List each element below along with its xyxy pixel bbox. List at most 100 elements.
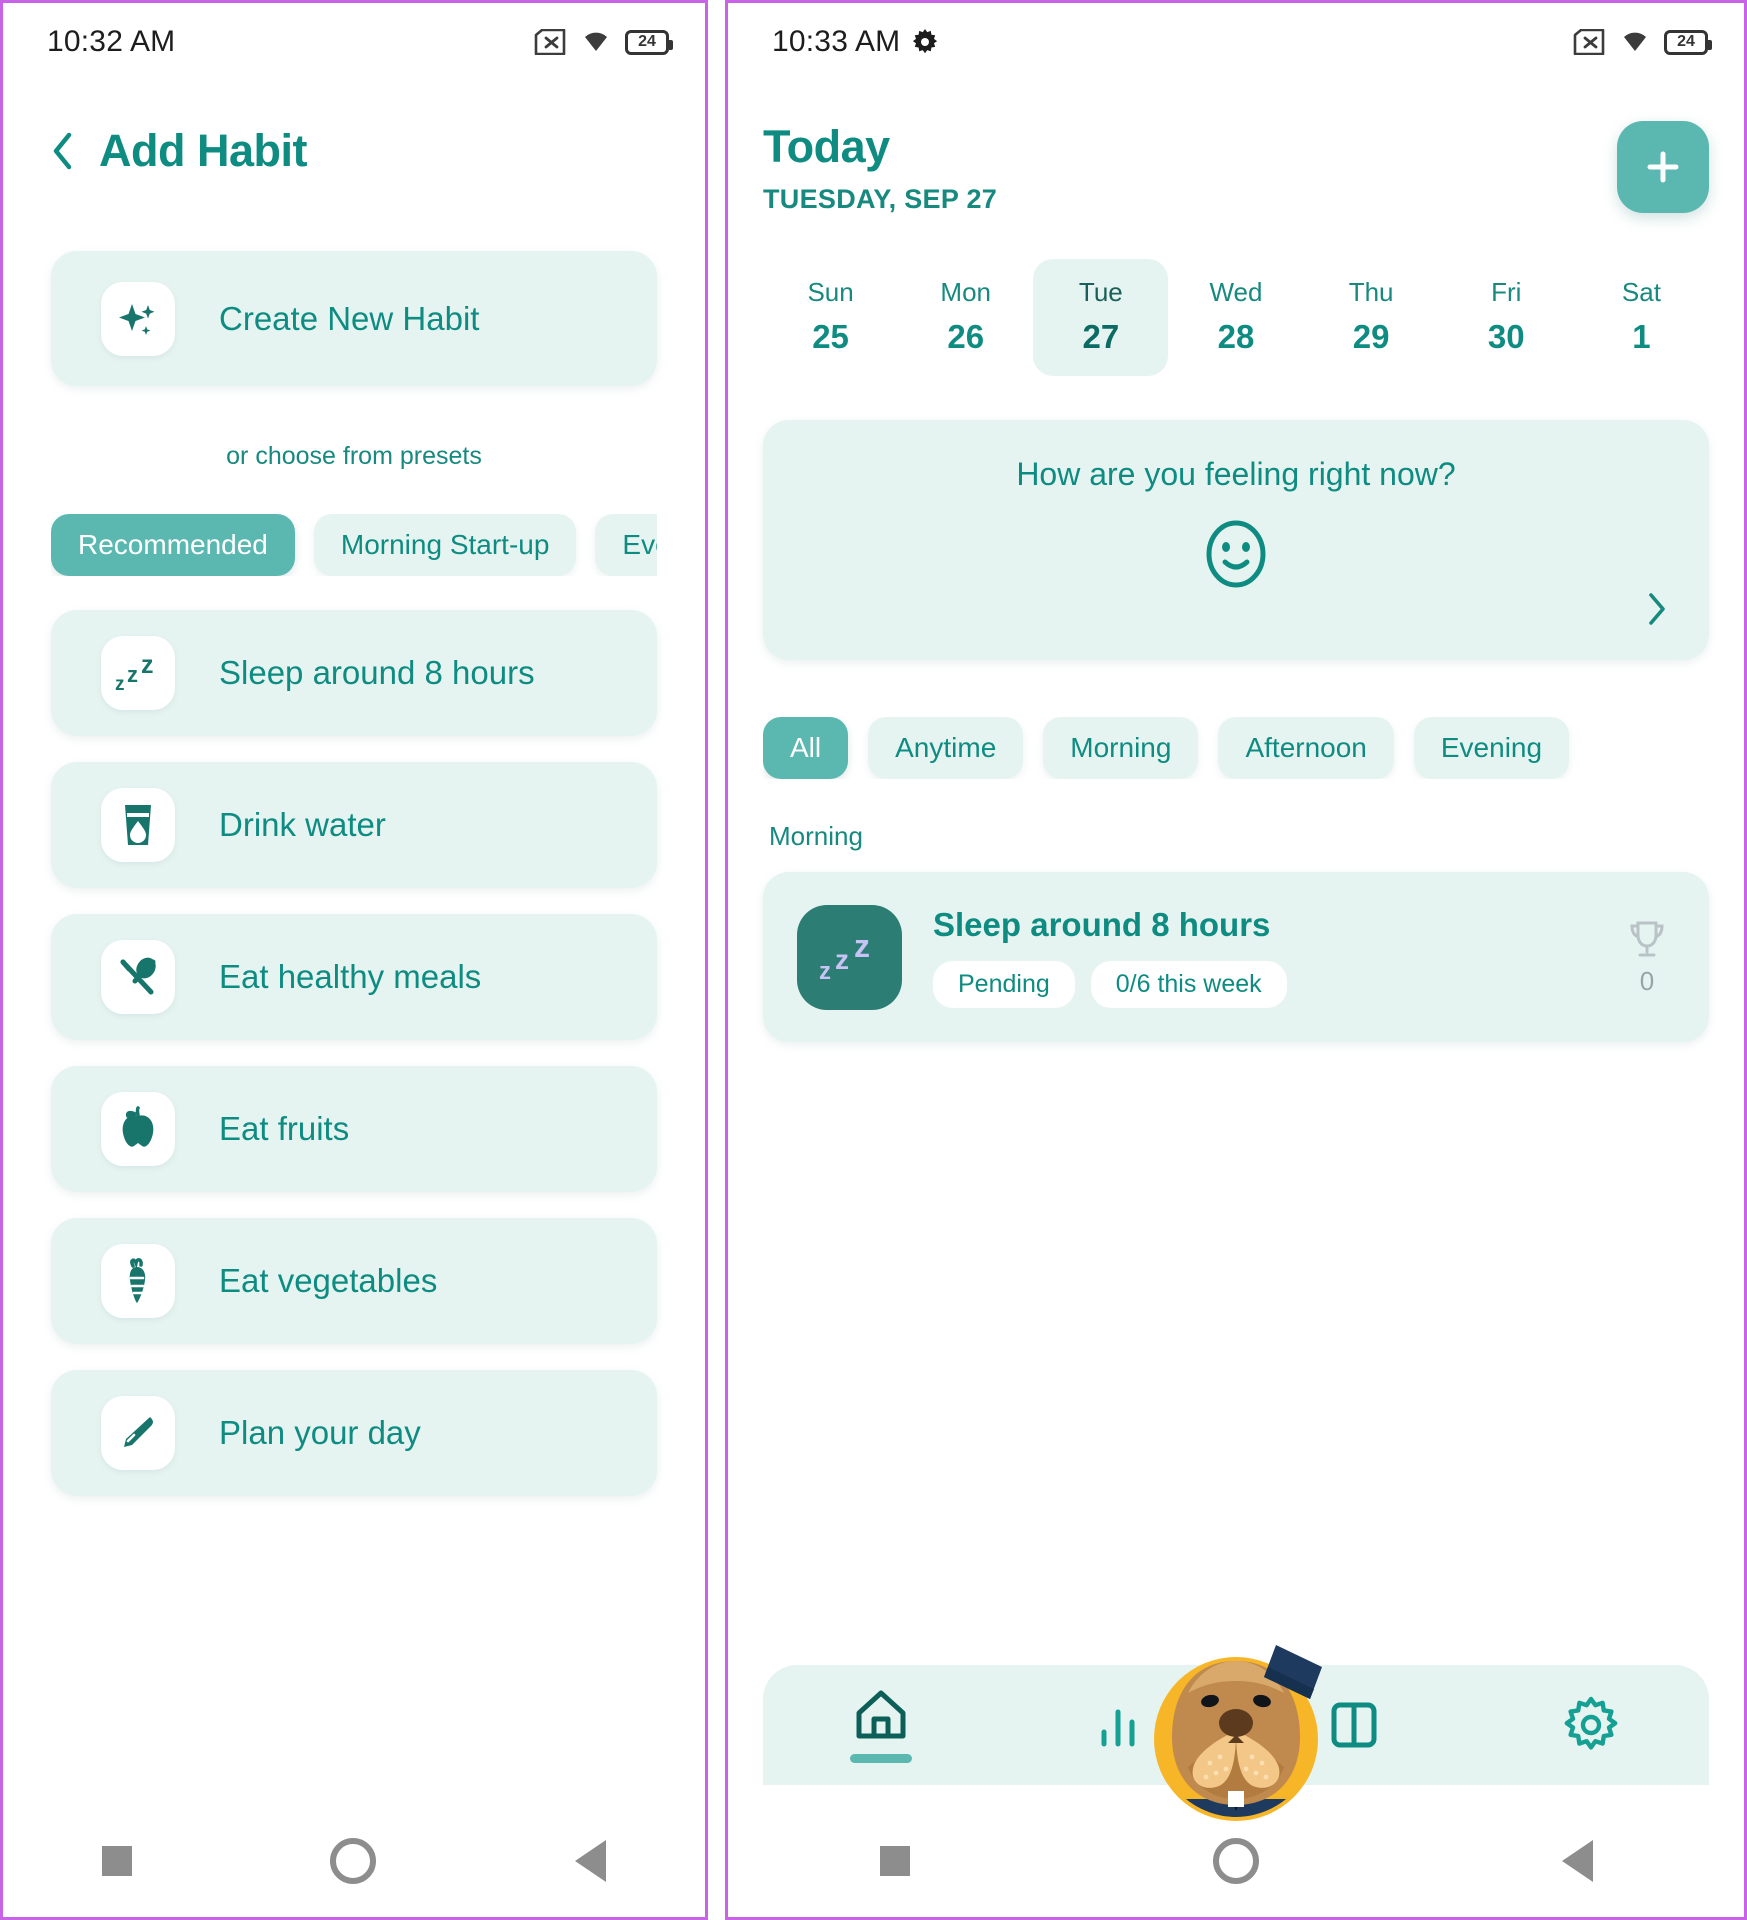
week-day-tue[interactable]: Tue 27 [1033,259,1169,376]
preset-tab-label: Evening Ri [622,529,657,560]
filter-chip-afternoon[interactable]: Afternoon [1218,717,1394,779]
list-item-label: Drink water [219,806,386,843]
pen-icon [101,1396,175,1470]
habit-card-sleep[interactable]: z z z Sleep around 8 hours Pending 0/6 t… [763,872,1709,1042]
add-habit-fab[interactable] [1617,121,1709,213]
habit-streak-indicator: 0 [1625,917,1669,997]
status-bar-right: 10:33 AM 24 [728,3,1744,81]
time-of-day-filters: All Anytime Morning Afternoon Evening [763,717,1709,779]
back-button[interactable] [1561,1840,1593,1882]
back-button[interactable] [574,1840,606,1882]
list-item[interactable]: Plan your day [51,1370,657,1496]
habit-card-body: Sleep around 8 hours Pending 0/6 this we… [933,906,1594,1008]
page-header: Add Habit [51,125,657,177]
status-badge: Pending [933,961,1075,1008]
carrot-icon [101,1244,175,1318]
filter-chip-label: Anytime [895,732,997,763]
wifi-icon [1624,32,1646,51]
list-item-label: Eat vegetables [219,1262,438,1299]
filter-chip-label: Morning [1070,732,1172,763]
gear-icon [1564,1696,1618,1750]
week-day-number: 28 [1217,318,1255,355]
create-new-habit-label: Create New Habit [219,299,480,337]
week-day-name: Mon [940,277,991,307]
list-item[interactable]: Eat fruits [51,1066,657,1192]
filter-chip-morning[interactable]: Morning [1043,717,1199,779]
week-day-number: 27 [1082,318,1120,355]
smiley-face-icon[interactable] [1199,517,1273,591]
sim-cross-icon [1573,29,1605,55]
today-date: TUESDAY, SEP 27 [763,184,998,214]
status-time: 10:32 AM [47,25,176,58]
filter-chip-evening[interactable]: Evening [1413,717,1570,779]
today-header: Today TUESDAY, SEP 27 [763,121,1709,215]
today-content: Today TUESDAY, SEP 27 Sun 25 Mon 26 Tue … [728,121,1744,1042]
week-date-picker: Sun 25 Mon 26 Tue 27 Wed 28 Thu 29 Fri 3… [763,259,1709,376]
nav-active-indicator [850,1753,913,1763]
week-day-name: Tue [1078,277,1123,307]
plus-icon [1647,151,1679,183]
week-day-sat[interactable]: Sat 1 [1574,259,1709,376]
battery-level: 24 [638,33,656,50]
preset-habit-list: z z z Sleep around 8 hours Drink water E… [51,610,657,1496]
svg-text:z: z [127,662,138,687]
recents-button[interactable] [102,1846,133,1876]
filter-chip-all[interactable]: All [763,717,849,779]
water-glass-icon [101,788,175,862]
trophy-icon [1630,921,1664,957]
week-day-name: Thu [1348,277,1394,307]
preset-tab-morning-startup[interactable]: Morning Start-up [313,514,577,576]
week-day-wed[interactable]: Wed 28 [1168,259,1303,376]
preset-tab-label: Recommended [78,529,268,560]
list-item[interactable]: Eat healthy meals [51,914,657,1040]
chevron-left-icon[interactable] [51,131,73,171]
today-header-text: Today TUESDAY, SEP 27 [763,121,997,215]
week-day-sun[interactable]: Sun 25 [763,259,898,376]
habit-title: Sleep around 8 hours [933,906,1271,943]
create-new-habit-button[interactable]: Create New Habit [51,251,657,386]
week-day-name: Sat [1621,277,1661,307]
phone-screen-today: 10:33 AM 24 Today TUESDAY, SEP 27 Sun 25… [725,0,1747,1920]
chevron-right-icon[interactable] [1647,592,1667,626]
sleep-zzz-icon: z z z [101,636,175,710]
page-title: Today [763,121,890,172]
section-label-morning: Morning [769,821,863,851]
mood-check-in-card[interactable]: How are you feeling right now? [763,420,1709,660]
preset-tab-evening-ritual[interactable]: Evening Ri [595,514,657,576]
week-day-number: 29 [1352,318,1390,355]
recents-button[interactable] [879,1846,910,1876]
week-day-name: Sun [807,277,854,307]
list-item-label: Eat fruits [219,1110,350,1147]
gear-icon [913,29,938,54]
nav-item-settings[interactable] [1473,1696,1710,1754]
svg-text:z: z [819,958,831,985]
phone-screen-add-habit: 10:32 AM 24 Add Habit Create New Habit o… [0,0,708,1920]
home-icon [856,1690,906,1738]
filter-chip-anytime[interactable]: Anytime [868,717,1024,779]
presets-note: or choose from presets [226,442,482,470]
status-bar-right-group: 24 [1572,29,1712,55]
preset-tabs: Recommended Morning Start-up Evening Ri [51,514,657,576]
list-item[interactable]: Drink water [51,762,657,888]
home-button[interactable] [330,1838,377,1884]
status-bar-right-group: 24 [533,29,673,55]
add-habit-content: Add Habit Create New Habit or choose fro… [3,125,705,1496]
status-bar-left: 10:32 AM 24 [3,3,705,81]
week-day-mon[interactable]: Mon 26 [898,259,1033,376]
preset-tab-recommended[interactable]: Recommended [51,514,295,576]
list-item[interactable]: z z z Sleep around 8 hours [51,610,657,736]
battery-icon: 24 [625,29,673,55]
sleep-zzz-icon: z z z [797,904,902,1010]
week-day-thu[interactable]: Thu 29 [1304,259,1439,376]
nav-item-home[interactable] [763,1688,1000,1763]
svg-text:z: z [141,652,154,679]
mood-question: How are you feeling right now? [1016,456,1456,492]
list-item[interactable]: Eat vegetables [51,1218,657,1344]
home-button[interactable] [1212,1838,1259,1884]
filter-chip-label: Afternoon [1245,732,1367,763]
week-day-name: Fri [1491,277,1522,307]
battery-level: 24 [1677,33,1695,50]
week-day-number: 26 [947,318,985,355]
week-day-fri[interactable]: Fri 30 [1439,259,1574,376]
week-day-number: 1 [1632,318,1651,355]
